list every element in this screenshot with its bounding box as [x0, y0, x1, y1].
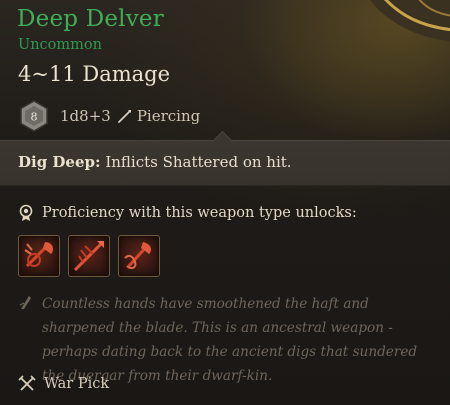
piercing-strike-icon: [73, 241, 104, 272]
weapon-type: War Pick: [44, 376, 110, 392]
action-rush-attack[interactable]: [118, 235, 160, 277]
section-notch: [211, 130, 234, 153]
damage-dice-row: 8 1d8+3 Piercing: [18, 99, 200, 133]
damage-type: Piercing: [136, 107, 201, 125]
proficiency-text: Proficiency with this weapon type unlock…: [42, 205, 357, 221]
svg-text:8: 8: [31, 111, 38, 124]
item-tooltip: Deep Delver Uncommon 4~11 Damage 8 1d8+3…: [0, 0, 450, 405]
flavor-text: Countless hands have smoothened the haft…: [42, 296, 418, 384]
ability-name: Dig Deep:: [18, 153, 101, 171]
quill-icon: [19, 296, 31, 309]
piercing-icon: [117, 110, 131, 123]
crossed-weapons-icon: [18, 375, 36, 391]
d8-die-icon: 8: [20, 100, 48, 132]
rush-attack-icon: [124, 242, 151, 270]
proficiency-row: Proficiency with this weapon type unlock…: [18, 204, 357, 222]
brutal-cleave-icon: [24, 242, 53, 268]
weapon-ability[interactable]: Dig Deep: Inflicts Shattered on hit.: [18, 153, 292, 171]
ability-description: Inflicts Shattered on hit.: [100, 153, 292, 171]
action-brutal-cleave[interactable]: [18, 235, 60, 277]
weapon-ability-section: Dig Deep: Inflicts Shattered on hit.: [0, 130, 450, 186]
action-piercing-strike[interactable]: [68, 235, 110, 277]
item-artwork-corner: [369, 0, 450, 42]
damage-range: 4~11 Damage: [18, 62, 171, 86]
weapon-actions: [18, 235, 168, 277]
item-rarity: Uncommon: [18, 37, 102, 53]
weapon-type-row: War Pick: [18, 375, 109, 393]
item-name: Deep Delver: [17, 6, 164, 32]
proficiency-medal-icon: [19, 204, 33, 221]
damage-roll: 1d8+3: [60, 107, 111, 125]
